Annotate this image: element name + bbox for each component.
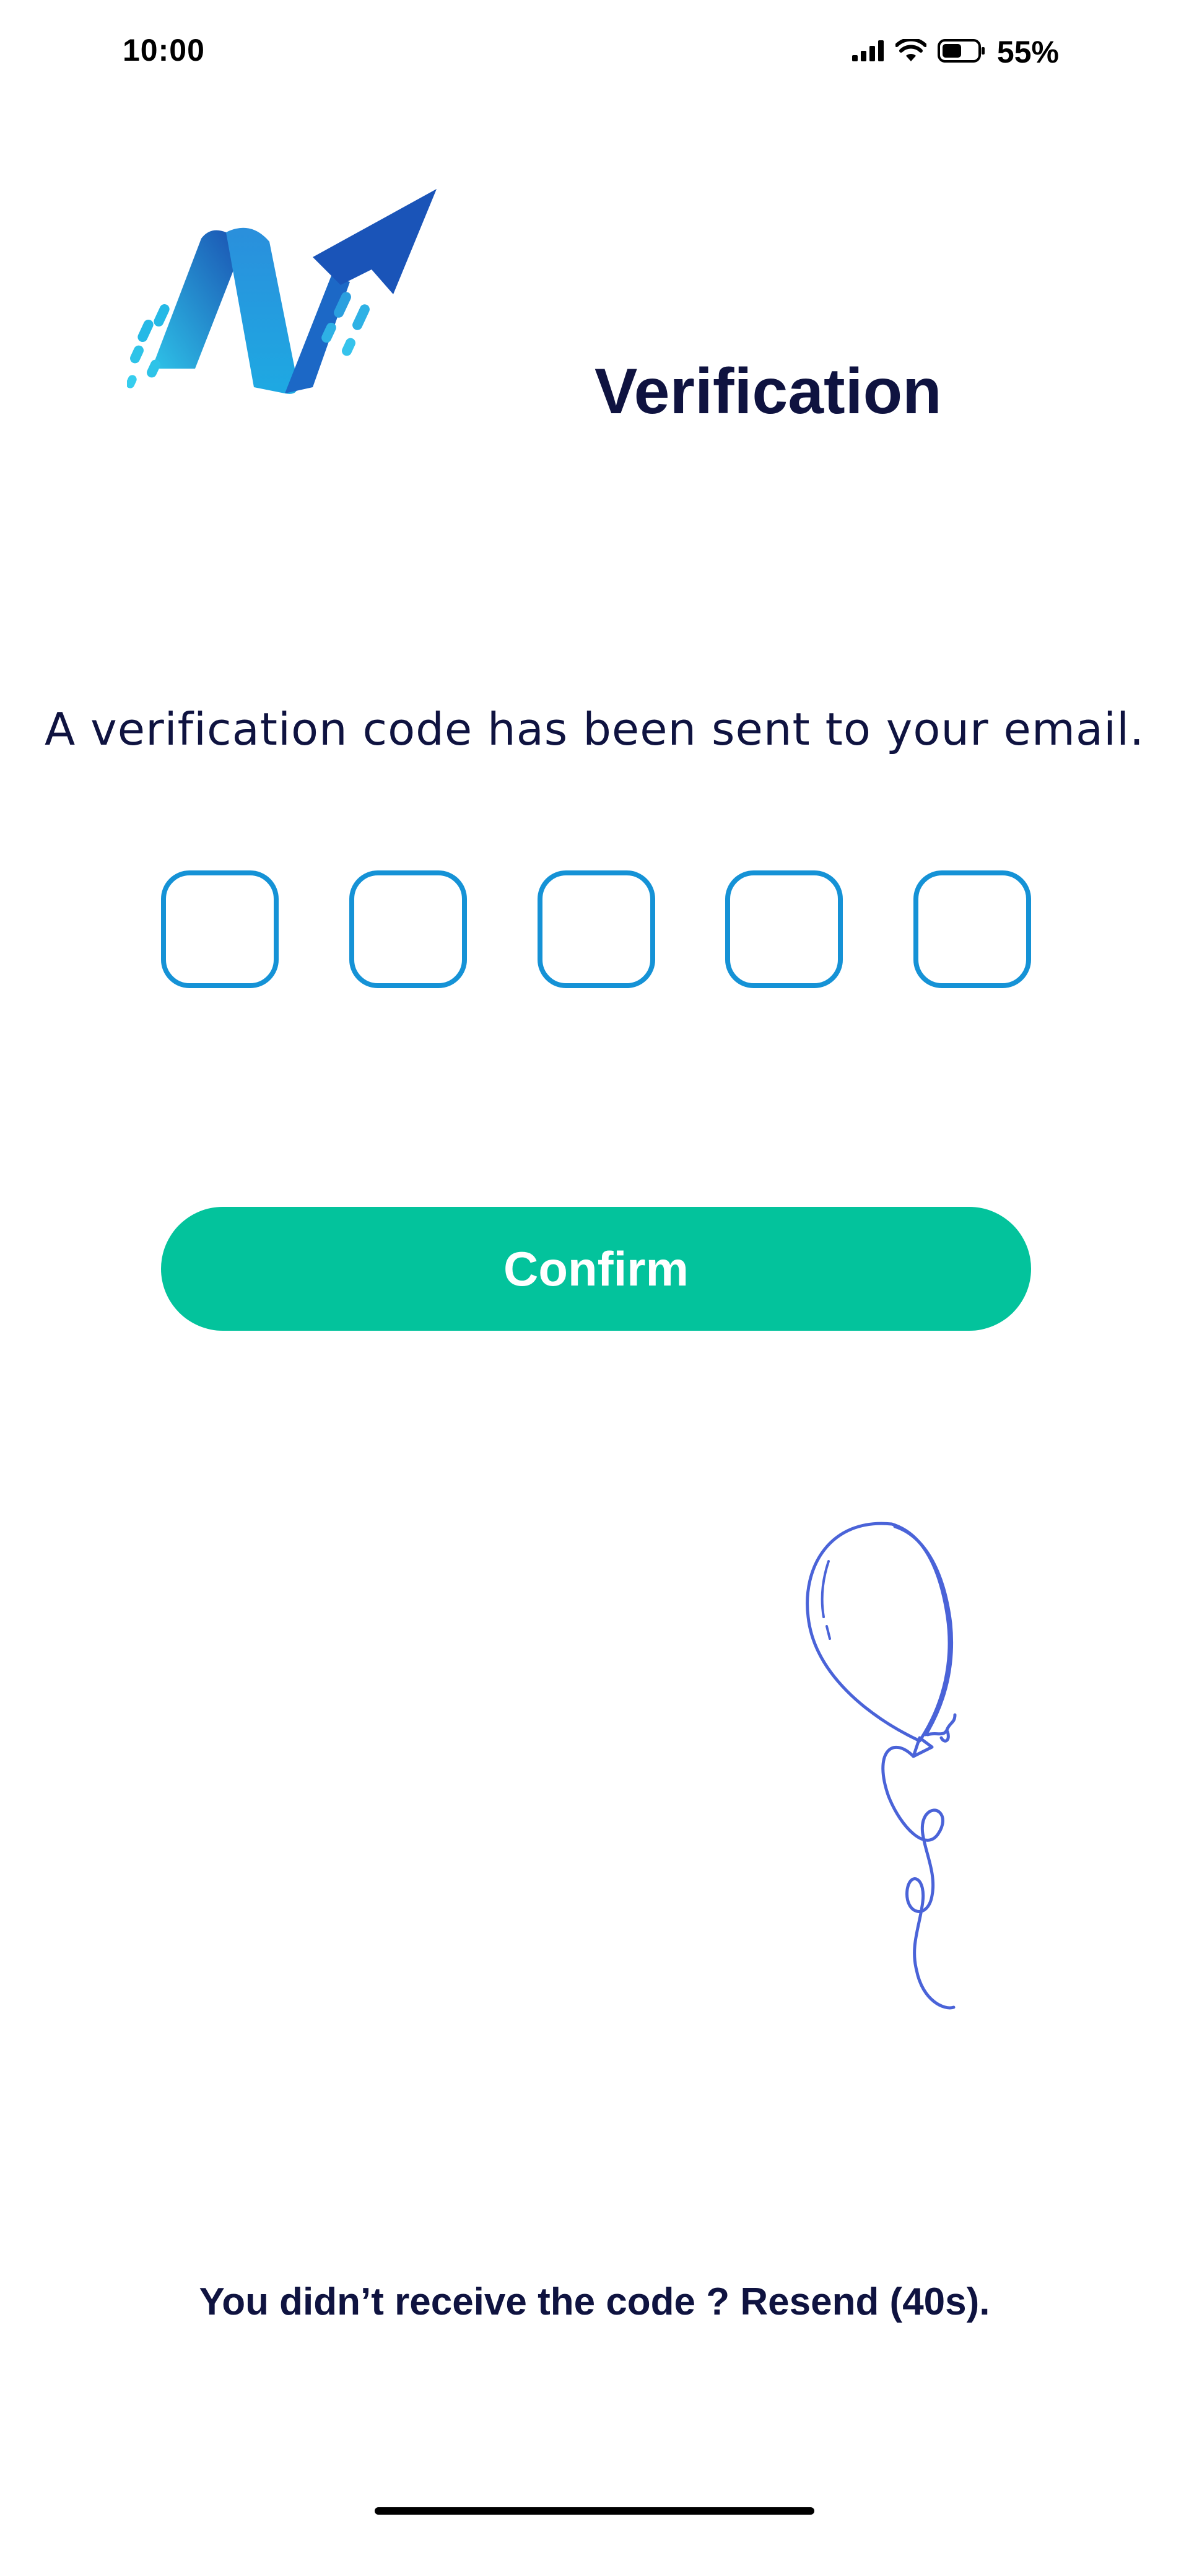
wifi-icon xyxy=(894,37,927,66)
code-digit-2[interactable] xyxy=(349,870,467,988)
balloon-icon xyxy=(793,1518,991,2057)
battery-icon xyxy=(937,38,986,66)
resend-period: . xyxy=(979,2280,990,2323)
resend-prompt: You didn’t receive the code ? xyxy=(199,2280,741,2323)
resend-link[interactable]: Resend (40s) xyxy=(740,2280,979,2323)
code-digit-5[interactable] xyxy=(913,870,1031,988)
code-digit-4[interactable] xyxy=(725,870,843,988)
page-title: Verification xyxy=(594,356,942,427)
home-indicator[interactable] xyxy=(375,2507,814,2515)
status-indicators: 55% xyxy=(851,32,1059,72)
app-logo-icon xyxy=(126,183,449,424)
confirm-button[interactable]: Confirm xyxy=(161,1207,1031,1331)
status-bar: 10:00 55% xyxy=(0,0,1189,105)
verification-message: A verification code has been sent to you… xyxy=(45,703,1144,755)
resend-line: You didn’t receive the code ? Resend (40… xyxy=(0,2280,1189,2324)
code-digit-3[interactable] xyxy=(537,870,655,988)
battery-percent: 55% xyxy=(996,35,1059,69)
signal-icon xyxy=(851,40,884,64)
code-input-group xyxy=(161,870,1031,994)
status-time: 10:00 xyxy=(123,33,205,68)
code-digit-1[interactable] xyxy=(161,870,279,988)
